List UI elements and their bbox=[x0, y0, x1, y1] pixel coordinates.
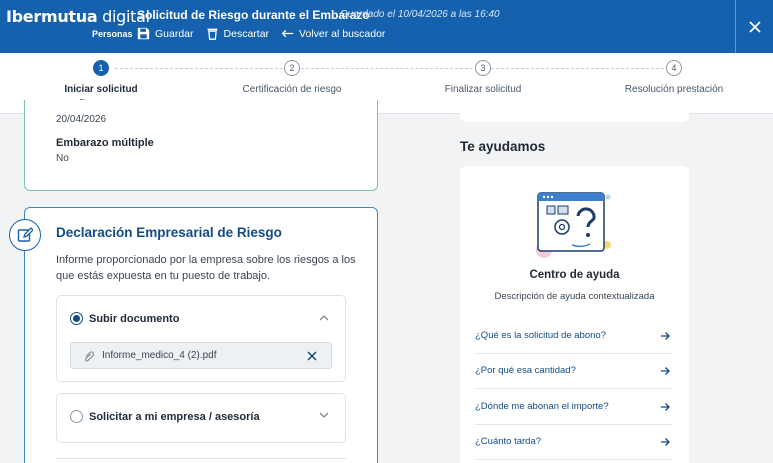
step-2[interactable]: 2 Certificación de riesgo bbox=[202, 60, 382, 95]
step-label: Iniciar solicitud bbox=[64, 84, 138, 95]
step-3[interactable]: 3 Finalizar solicitud bbox=[393, 60, 573, 95]
upload-radio[interactable] bbox=[70, 312, 83, 325]
arrow-right-icon bbox=[661, 438, 670, 446]
step-label: Finalizar solicitud bbox=[444, 84, 522, 95]
help-center-illustration bbox=[536, 192, 611, 258]
date-value: 20/04/2026 bbox=[56, 114, 107, 125]
back-label: Volver al buscador bbox=[299, 27, 386, 40]
help-center-title: Centro de ayuda bbox=[529, 269, 620, 281]
save-button[interactable]: Guardar bbox=[137, 27, 194, 40]
multiple-pregnancy-label: Embarazo múltiple bbox=[56, 137, 154, 149]
paperclip-icon bbox=[85, 351, 95, 362]
chevron-down-icon[interactable] bbox=[319, 410, 329, 420]
help-link-label: ¿Qué es la solicitud de abono? bbox=[475, 330, 606, 341]
save-icon bbox=[137, 27, 150, 40]
discard-label: Descartar bbox=[223, 27, 270, 40]
arrow-right-icon bbox=[661, 332, 670, 340]
step-number: 2 bbox=[284, 60, 300, 76]
upload-label: Subir documento bbox=[89, 313, 180, 325]
saved-status: Guardado el 10/04/2026 a las 16:40 bbox=[340, 9, 500, 20]
multiple-pregnancy-value: No bbox=[56, 153, 69, 164]
edit-icon bbox=[17, 227, 33, 242]
step-label: Resolución prestación bbox=[624, 84, 724, 95]
discard-button[interactable]: Descartar bbox=[206, 27, 270, 40]
step-number: 1 bbox=[93, 60, 109, 76]
step-4[interactable]: 4 Resolución prestación bbox=[584, 60, 764, 95]
close-icon bbox=[748, 20, 761, 33]
chevron-up-icon[interactable] bbox=[319, 313, 329, 323]
file-name: Informe_medico_4 (2).pdf bbox=[102, 350, 217, 361]
arrow-left-icon bbox=[281, 29, 294, 38]
help-heading: Te ayudamos bbox=[460, 139, 546, 154]
app-header: Ibermutua digital Personas Solicitud de … bbox=[0, 0, 773, 53]
remove-file-icon[interactable] bbox=[307, 351, 317, 361]
help-center-description: Descripción de ayuda contextualizada bbox=[494, 291, 655, 302]
logo-subtitle: Personas bbox=[92, 29, 133, 39]
side-card-top bbox=[460, 100, 689, 122]
pregnancy-summary-card: 20/04/2026 Embarazo múltiple No bbox=[24, 100, 378, 191]
divider bbox=[56, 458, 346, 459]
step-label: Certificación de riesgo bbox=[242, 84, 342, 95]
close-button[interactable] bbox=[735, 0, 773, 53]
declaration-description: Informe proporcionado por la empresa sob… bbox=[56, 254, 356, 282]
help-link-label: ¿Por qué esa cantidad? bbox=[475, 365, 576, 376]
logo[interactable]: Ibermutua digital bbox=[6, 7, 150, 26]
attached-file: Informe_medico_4 (2).pdf bbox=[70, 342, 332, 369]
arrow-right-icon bbox=[661, 403, 670, 411]
declaration-title: Declaración Empresarial de Riesgo bbox=[56, 225, 282, 240]
save-label: Guardar bbox=[155, 27, 194, 40]
step-number: 4 bbox=[666, 60, 682, 76]
step-number: 3 bbox=[475, 60, 491, 76]
edit-badge bbox=[9, 219, 41, 251]
request-company-option[interactable]: Solicitar a mi empresa / asesoría bbox=[56, 393, 346, 443]
header-actions: Guardar Descartar Volver al buscador bbox=[137, 27, 385, 40]
logo-main: Ibermutua bbox=[6, 7, 98, 26]
help-link-abono[interactable]: ¿Qué es la solicitud de abono? bbox=[475, 319, 673, 354]
help-link-cantidad[interactable]: ¿Por qué esa cantidad? bbox=[475, 354, 673, 389]
trash-icon bbox=[207, 28, 217, 40]
help-link-tarda[interactable]: ¿Cuánto tarda? bbox=[475, 425, 673, 460]
help-link-importe[interactable]: ¿Dónde me abonan el importe? bbox=[475, 390, 673, 425]
help-link-label: ¿Cuánto tarda? bbox=[475, 436, 542, 447]
page-title: Solicitud de Riesgo durante el Embarazo bbox=[137, 8, 370, 22]
arrow-right-icon bbox=[661, 367, 670, 375]
request-radio[interactable] bbox=[70, 410, 83, 423]
help-center-card: Centro de ayuda Descripción de ayuda con… bbox=[460, 166, 689, 463]
request-label: Solicitar a mi empresa / asesoría bbox=[89, 411, 260, 423]
back-to-search-button[interactable]: Volver al buscador bbox=[281, 27, 385, 40]
help-link-label: ¿Dónde me abonan el importe? bbox=[475, 401, 609, 412]
